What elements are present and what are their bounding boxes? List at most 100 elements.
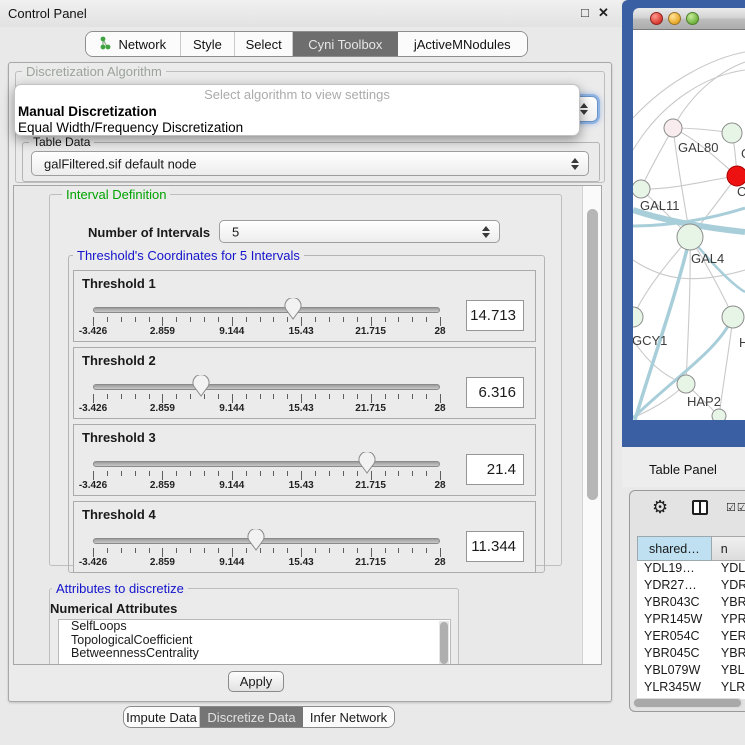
- close-traffic-light-icon[interactable]: [650, 12, 663, 25]
- zoom-traffic-light-icon[interactable]: [686, 12, 699, 25]
- table-row[interactable]: YER054CYER0: [637, 629, 745, 646]
- panel-vertical-scrollbar[interactable]: [582, 186, 601, 664]
- scrollbar-thumb[interactable]: [634, 699, 741, 707]
- combo-arrows-icon: [571, 158, 579, 170]
- dropdown-option-equal-width-frequency[interactable]: Equal Width/Frequency Discretization: [15, 120, 579, 136]
- slider-track[interactable]: [93, 384, 440, 390]
- table-data-combo[interactable]: galFiltered.sif default node: [31, 151, 589, 176]
- table-horizontal-scrollbar[interactable]: [633, 698, 743, 708]
- table-row[interactable]: YBL079WYBL0: [637, 663, 745, 680]
- discretization-algorithm-group-title: Discretization Algorithm: [22, 64, 166, 79]
- network-node[interactable]: [633, 180, 650, 198]
- cell-name: YBR0: [712, 595, 745, 612]
- tab-style[interactable]: Style: [181, 32, 236, 56]
- tab-select[interactable]: Select: [235, 32, 293, 56]
- float-window-icon[interactable]: □: [581, 5, 589, 20]
- tab-select-label: Select: [246, 37, 282, 52]
- threshold-value-field[interactable]: 21.4: [466, 454, 524, 485]
- cell-shared-name: YDR27…: [637, 578, 712, 595]
- gear-icon[interactable]: ⚙: [652, 497, 668, 518]
- slider-tick-labels: -3.4262.8599.14415.4321.71528: [93, 403, 441, 416]
- tab-jactivemnodules[interactable]: jActiveMNodules: [398, 32, 527, 56]
- interval-definition-group-title: Interval Definition: [62, 187, 170, 202]
- tab-jactivemnodules-label: jActiveMNodules: [414, 37, 511, 52]
- numerical-attributes-label: Numerical Attributes: [50, 601, 177, 616]
- node-label: HAP2: [687, 394, 721, 409]
- tab-cyni-toolbox-label: Cyni Toolbox: [308, 37, 382, 52]
- slider-track[interactable]: [93, 307, 440, 313]
- table-row[interactable]: YBR043CYBR0: [637, 595, 745, 612]
- threshold-box-1: Threshold 1-3.4262.8599.14415.4321.71528…: [73, 270, 536, 342]
- window-title: Control Panel: [8, 6, 87, 21]
- node-table-rows: YDL19…YDL1YDR27…YDR2YBR043CYBR0YPR145WYP…: [637, 561, 745, 699]
- settings-scroll-viewport: Interval Definition Number of Intervals …: [13, 185, 602, 665]
- attribute-list-item[interactable]: BetweennessCentrality: [59, 647, 450, 661]
- network-node[interactable]: [633, 307, 643, 327]
- node-table: shared… n YDL19…YDL1YDR27…YDR2YBR043CYBR…: [637, 536, 745, 699]
- tab-impute-data[interactable]: Impute Data: [124, 707, 200, 727]
- number-of-intervals-label: Number of Intervals: [88, 225, 210, 240]
- threshold-label: Threshold 2: [82, 353, 156, 368]
- bottom-tab-bar: Impute Data Discretize Data Infer Networ…: [123, 706, 395, 728]
- attribute-list-item[interactable]: SelfLoops: [59, 620, 450, 634]
- tab-discretize-data[interactable]: Discretize Data: [200, 707, 303, 727]
- number-of-intervals-combo[interactable]: 5: [219, 220, 500, 243]
- threshold-value-field[interactable]: 6.316: [466, 377, 524, 408]
- slider-thumb[interactable]: [192, 375, 210, 402]
- tab-infer-network[interactable]: Infer Network: [303, 707, 394, 727]
- top-tab-bar: Network Style Select Cyni Toolbox jActiv…: [85, 31, 528, 57]
- slider-thumb[interactable]: [247, 529, 265, 556]
- close-window-icon[interactable]: ✕: [598, 5, 609, 21]
- table-row[interactable]: YLR345WYLR3: [637, 680, 745, 697]
- dropdown-option-manual-discretization[interactable]: Manual Discretization: [15, 104, 579, 120]
- cell-name: YER0: [712, 629, 745, 646]
- dropdown-prompt-item[interactable]: Select algorithm to view settings: [15, 85, 579, 104]
- slider-thumb[interactable]: [284, 298, 302, 325]
- network-canvas[interactable]: GAL80GAL11GAL4GCY1HAP2GCH: [633, 30, 745, 420]
- network-node[interactable]: [677, 375, 695, 393]
- cell-shared-name: YBR043C: [637, 595, 712, 612]
- column-header-shared[interactable]: shared…: [637, 536, 712, 561]
- table-row[interactable]: YDL19…YDL1: [637, 561, 745, 578]
- tab-network[interactable]: Network: [86, 32, 181, 56]
- threshold-label: Threshold 4: [82, 507, 156, 522]
- cell-shared-name: YBL079W: [637, 663, 712, 680]
- network-node[interactable]: [722, 306, 744, 328]
- slider-track[interactable]: [93, 538, 440, 544]
- minimize-traffic-light-icon[interactable]: [668, 12, 681, 25]
- slider-tick-labels: -3.4262.8599.14415.4321.71528: [93, 326, 441, 339]
- attributes-to-discretize-group: Attributes to discretize Numerical Attri…: [49, 588, 459, 665]
- table-panel-title: Table Panel: [649, 462, 717, 477]
- slider-tick-labels: -3.4262.8599.14415.4321.71528: [93, 557, 441, 570]
- columns-icon[interactable]: [692, 500, 708, 515]
- network-node[interactable]: [677, 224, 703, 250]
- select-rows-checkbox-icon[interactable]: ☑☑: [726, 501, 745, 514]
- table-data-group-title: Table Data: [29, 135, 94, 149]
- cell-name: YBL0: [712, 663, 745, 680]
- network-node[interactable]: [722, 123, 742, 143]
- attributes-list-scrollbar[interactable]: [439, 621, 449, 665]
- network-window-titlebar[interactable]: [633, 8, 745, 30]
- threshold-box-3: Threshold 3-3.4262.8599.14415.4321.71528…: [73, 424, 536, 496]
- apply-button[interactable]: Apply: [228, 671, 284, 692]
- network-node[interactable]: [712, 409, 726, 420]
- slider-track[interactable]: [93, 461, 440, 467]
- slider-thumb[interactable]: [358, 452, 376, 479]
- table-row[interactable]: YBR045CYBR0: [637, 646, 745, 663]
- threshold-value-field[interactable]: 14.713: [466, 300, 524, 331]
- network-graph: GAL80GAL11GAL4GCY1HAP2GCH: [633, 30, 745, 420]
- threshold-value-field[interactable]: 11.344: [466, 531, 524, 562]
- node-label: GAL11: [640, 198, 680, 213]
- network-node[interactable]: [727, 166, 745, 186]
- network-node[interactable]: [664, 119, 682, 137]
- node-label: GAL80: [678, 140, 718, 155]
- scrollbar-thumb[interactable]: [587, 209, 598, 500]
- attribute-list-item[interactable]: TopologicalCoefficient: [59, 634, 450, 648]
- node-label: C: [737, 184, 745, 199]
- table-row[interactable]: YPR145WYPR1: [637, 612, 745, 629]
- table-row[interactable]: YDR27…YDR2: [637, 578, 745, 595]
- tab-cyni-toolbox[interactable]: Cyni Toolbox: [293, 32, 398, 56]
- column-header-name[interactable]: n: [712, 536, 745, 561]
- numerical-attributes-list[interactable]: SelfLoopsTopologicalCoefficientBetweenne…: [58, 619, 451, 665]
- network-icon: [99, 36, 112, 53]
